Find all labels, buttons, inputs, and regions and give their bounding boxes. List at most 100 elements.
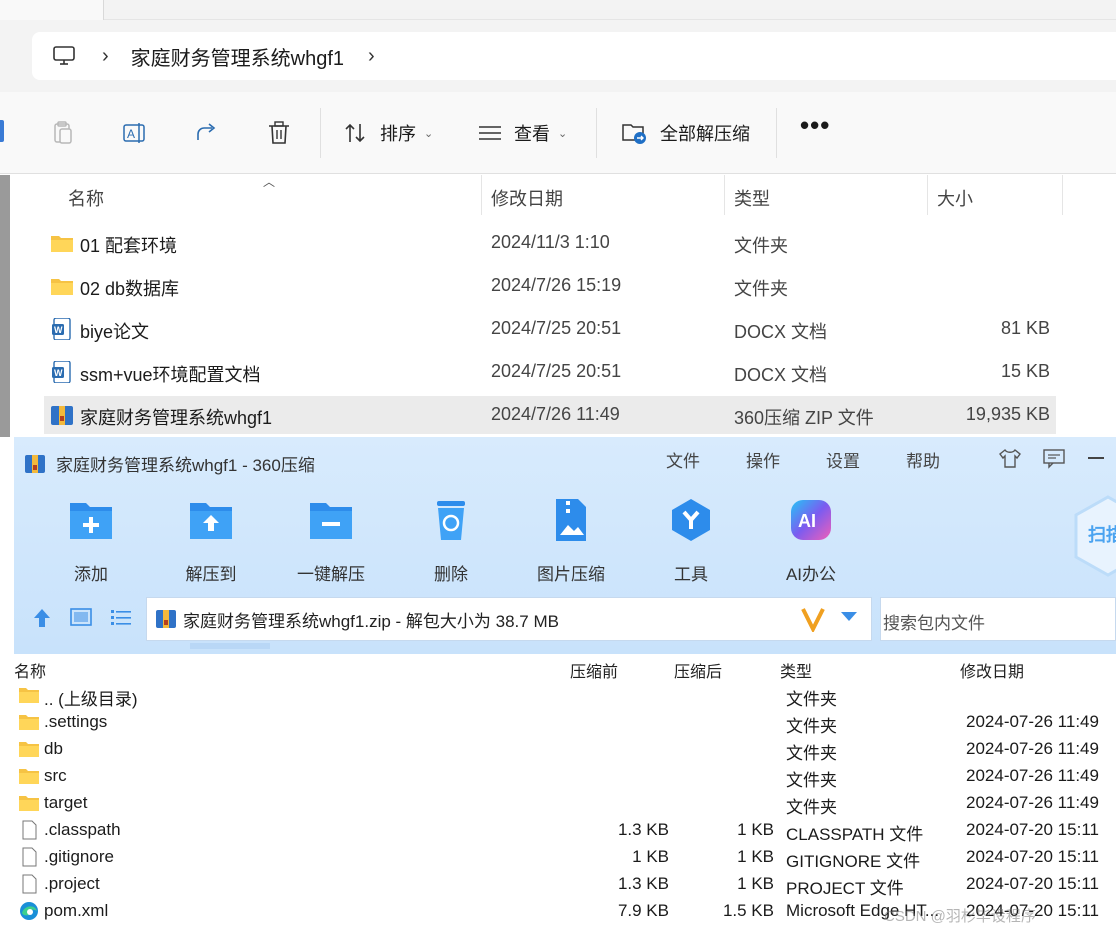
paste-icon[interactable] bbox=[50, 120, 76, 146]
column-name[interactable]: 名称 bbox=[68, 185, 104, 211]
archive-row-folder[interactable]: .settings 文件夹 2024-07-26 11:49 bbox=[14, 709, 1116, 736]
tool-label: 解压到 bbox=[185, 565, 237, 584]
column-divider[interactable] bbox=[724, 175, 725, 215]
v-logo-icon[interactable] bbox=[801, 606, 825, 632]
archive-path-text: 家庭财务管理系统whgf1.zip - 解包大小为 38.7 MB bbox=[183, 611, 559, 631]
archive-row-folder[interactable]: db 文件夹 2024-07-26 11:49 bbox=[14, 736, 1116, 763]
tool-tools[interactable]: 工具 bbox=[646, 497, 736, 585]
archive-row-folder[interactable]: target 文件夹 2024-07-26 11:49 bbox=[14, 790, 1116, 817]
tool-delete[interactable]: 删除 bbox=[406, 497, 496, 585]
menu-settings[interactable]: 设置 bbox=[826, 447, 860, 472]
column-date[interactable]: 修改日期 bbox=[960, 658, 1024, 682]
chevron-right-icon[interactable]: › bbox=[368, 45, 375, 68]
file-row-docx[interactable]: W biye论文 2024/7/25 20:51 DOCX 文档 81 KB bbox=[44, 310, 1056, 348]
skin-shirt-icon[interactable] bbox=[998, 447, 1022, 469]
address-bar[interactable]: › 家庭财务管理系统whgf1 › bbox=[32, 32, 1116, 80]
computer-icon[interactable] bbox=[52, 45, 76, 67]
extract-to-icon bbox=[190, 503, 232, 539]
column-type[interactable]: 类型 bbox=[734, 185, 770, 211]
breadcrumb-item[interactable]: 家庭财务管理系统whgf1 bbox=[131, 42, 344, 71]
view-button[interactable]: 查看 ⌄ bbox=[478, 118, 567, 148]
entry-type: GITIGNORE 文件 bbox=[786, 852, 921, 871]
file-date: 2024/11/3 1:10 bbox=[491, 232, 610, 252]
tool-add[interactable]: 添加 bbox=[46, 497, 136, 585]
entry-date: 2024-07-20 15:11 bbox=[966, 874, 1099, 893]
folder-icon bbox=[51, 236, 73, 252]
minimize-button[interactable] bbox=[1088, 457, 1104, 459]
share-icon[interactable] bbox=[194, 120, 220, 146]
rename-icon[interactable]: A bbox=[122, 120, 148, 146]
archive-search-input[interactable]: 搜索包内文件 bbox=[880, 597, 1116, 641]
folder-icon bbox=[19, 742, 39, 757]
archive-row-folder[interactable]: .. (上级目录) 文件夹 bbox=[14, 682, 1116, 709]
watermark: CSDN @羽杉毕设程序 bbox=[884, 908, 1036, 925]
chevron-right-icon[interactable]: › bbox=[102, 45, 109, 68]
file-row-folder[interactable]: 01 配套环境 2024/11/3 1:10 文件夹 bbox=[44, 224, 1056, 262]
file-date: 2024/7/25 20:51 bbox=[491, 318, 622, 338]
column-size[interactable]: 大小 bbox=[937, 185, 973, 211]
menu-operation[interactable]: 操作 bbox=[746, 447, 780, 472]
entry-type: CLASSPATH 文件 bbox=[786, 825, 924, 844]
archive-row-file[interactable]: .classpath 1.3 KB 1 KB CLASSPATH 文件 2024… bbox=[14, 817, 1116, 844]
one-click-extract-icon bbox=[310, 503, 352, 539]
tool-extract-to[interactable]: 解压到 bbox=[166, 497, 256, 585]
file-type: 文件夹 bbox=[734, 236, 788, 256]
file-size: 81 KB bbox=[1000, 318, 1050, 338]
entry-name: src bbox=[44, 766, 67, 785]
column-divider[interactable] bbox=[481, 175, 482, 215]
dropdown-arrow-icon[interactable] bbox=[841, 612, 857, 621]
column-before[interactable]: 压缩前 bbox=[570, 658, 618, 682]
file-type: 文件夹 bbox=[734, 279, 788, 299]
column-divider[interactable] bbox=[1062, 175, 1063, 215]
entry-before: 1.3 KB bbox=[617, 820, 669, 839]
list-view-icon[interactable] bbox=[110, 607, 132, 627]
feedback-icon[interactable] bbox=[1042, 447, 1066, 469]
entry-after: 1 KB bbox=[737, 874, 774, 893]
file-name: 家庭财务管理系统whgf1 bbox=[80, 408, 273, 428]
navigation-pane-edge bbox=[0, 175, 10, 437]
entry-after: 1.5 KB bbox=[722, 901, 774, 920]
column-date[interactable]: 修改日期 bbox=[491, 185, 563, 211]
zip-column-header: 名称 压缩前 压缩后 类型 修改日期 bbox=[14, 654, 1116, 682]
extract-folder-icon bbox=[622, 124, 646, 144]
file-type: DOCX 文档 bbox=[734, 322, 828, 342]
column-type[interactable]: 类型 bbox=[780, 658, 812, 682]
archive-row-file[interactable]: .project 1.3 KB 1 KB PROJECT 文件 2024-07-… bbox=[14, 871, 1116, 898]
delete-icon[interactable] bbox=[266, 120, 292, 146]
scan-badge[interactable]: 扫描 bbox=[1068, 493, 1116, 579]
menu-file[interactable]: 文件 bbox=[666, 447, 700, 472]
entry-date: 2024-07-26 11:49 bbox=[966, 739, 1099, 758]
zip-window: 家庭财务管理系统whgf1 - 360压缩 文件 操作 设置 帮助 添加 解压到… bbox=[14, 437, 1116, 934]
archive-row-file[interactable]: .gitignore 1 KB 1 KB GITIGNORE 文件 2024-0… bbox=[14, 844, 1116, 871]
more-options-button[interactable]: ••• bbox=[800, 110, 830, 141]
thumbnail-view-icon[interactable] bbox=[70, 607, 92, 627]
tool-ai-office[interactable]: AI AI办公 bbox=[766, 497, 856, 585]
column-after[interactable]: 压缩后 bbox=[674, 658, 722, 682]
folder-icon bbox=[19, 796, 39, 811]
up-arrow-icon[interactable] bbox=[32, 607, 52, 629]
zip-title-bar: 家庭财务管理系统whgf1 - 360压缩 bbox=[24, 451, 315, 476]
edge-indicator bbox=[0, 120, 4, 142]
file-date: 2024/7/25 20:51 bbox=[491, 361, 622, 381]
view-label: 查看 bbox=[514, 124, 550, 144]
archive-row-folder[interactable]: src 文件夹 2024-07-26 11:49 bbox=[14, 763, 1116, 790]
entry-date: 2024-07-26 11:49 bbox=[966, 793, 1099, 812]
column-name[interactable]: 名称 bbox=[14, 658, 46, 682]
tool-one-click-extract[interactable]: 一键解压 bbox=[286, 497, 376, 585]
column-divider[interactable] bbox=[927, 175, 928, 215]
file-type: DOCX 文档 bbox=[734, 365, 828, 385]
tool-label: 图片压缩 bbox=[537, 565, 605, 584]
tool-image-compress[interactable]: 图片压缩 bbox=[526, 497, 616, 585]
entry-name: .gitignore bbox=[44, 847, 114, 866]
explorer-tab[interactable] bbox=[0, 0, 104, 20]
menu-help[interactable]: 帮助 bbox=[906, 447, 940, 472]
archive-path-field[interactable]: 家庭财务管理系统whgf1.zip - 解包大小为 38.7 MB bbox=[146, 597, 872, 641]
tab-strip-empty bbox=[104, 0, 1116, 20]
file-row-zip-selected[interactable]: 家庭财务管理系统whgf1 2024/7/26 11:49 360压缩 ZIP … bbox=[44, 396, 1056, 434]
entry-name: .classpath bbox=[44, 820, 121, 839]
file-row-folder[interactable]: 02 db数据库 2024/7/26 15:19 文件夹 bbox=[44, 267, 1056, 305]
toolbar-separator bbox=[776, 108, 777, 158]
extract-all-button[interactable]: 全部解压缩 bbox=[622, 118, 750, 148]
sort-button[interactable]: 排序 ⌄ bbox=[344, 118, 433, 148]
file-row-docx[interactable]: W ssm+vue环境配置文档 2024/7/25 20:51 DOCX 文档 … bbox=[44, 353, 1056, 391]
